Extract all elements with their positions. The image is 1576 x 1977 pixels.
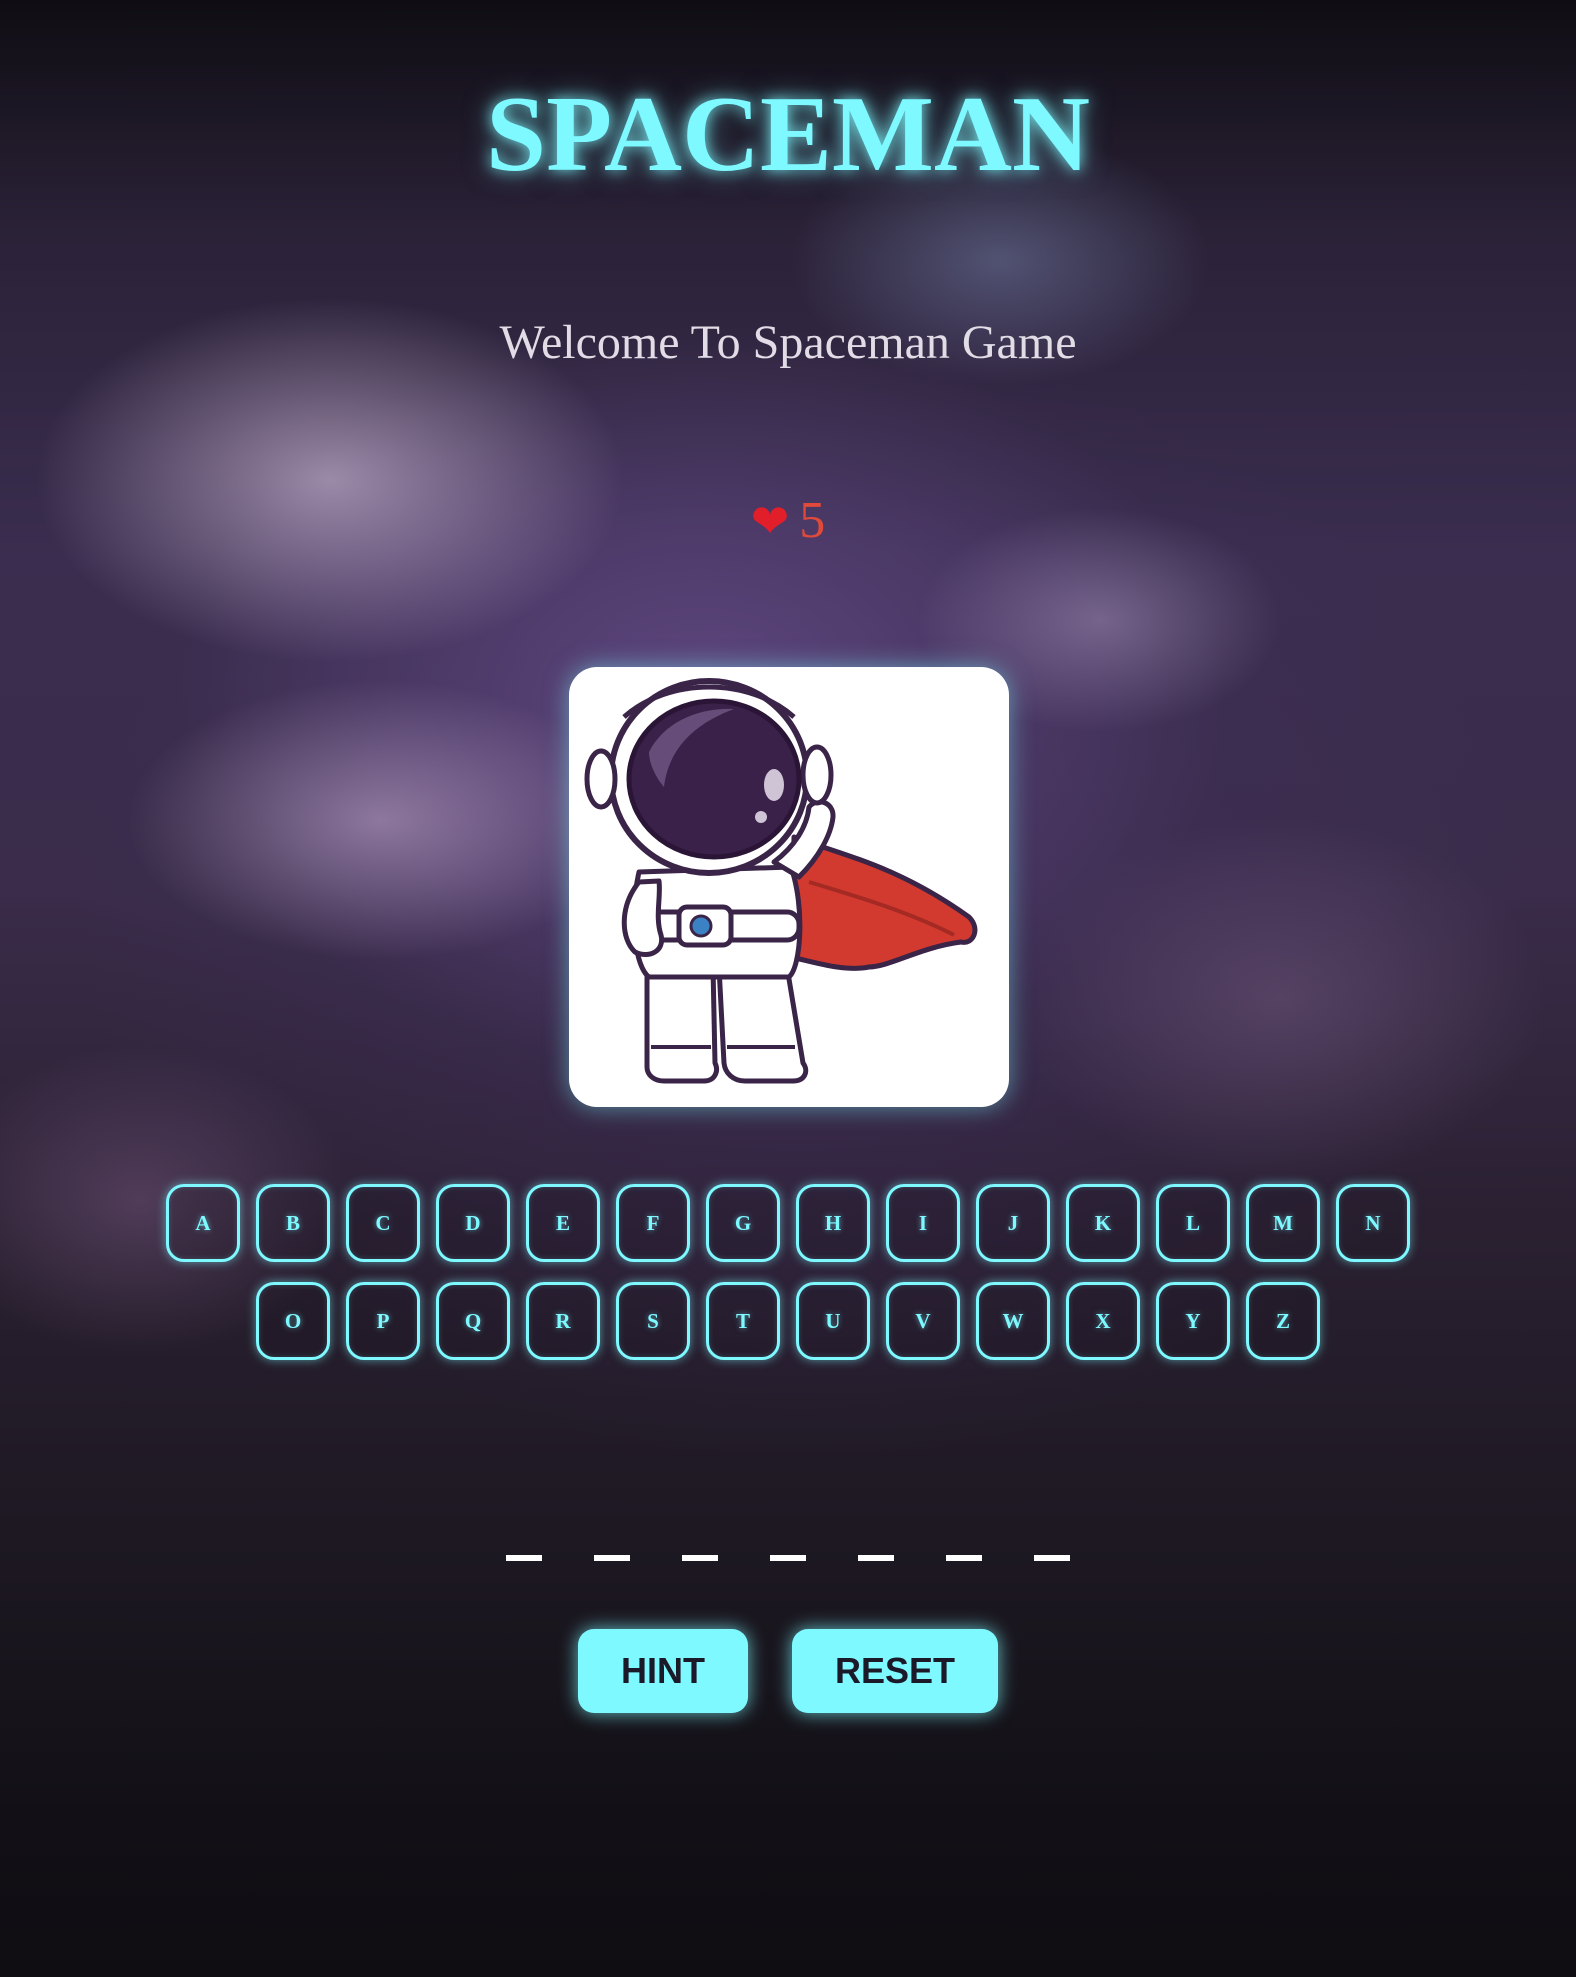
letter-blank xyxy=(594,1555,630,1561)
hint-button[interactable]: HINT xyxy=(578,1629,748,1713)
letter-blank xyxy=(1034,1555,1070,1561)
key-v[interactable]: V xyxy=(886,1282,960,1360)
key-y[interactable]: Y xyxy=(1156,1282,1230,1360)
key-l[interactable]: L xyxy=(1156,1184,1230,1262)
key-k[interactable]: K xyxy=(1066,1184,1140,1262)
letter-blank xyxy=(946,1555,982,1561)
game-screen: SPACEMAN Welcome To Spaceman Game ❤ 5 A … xyxy=(0,0,1576,1977)
astronaut-illustration xyxy=(584,678,978,1084)
key-d[interactable]: D xyxy=(436,1184,510,1262)
letter-blank xyxy=(770,1555,806,1561)
key-h[interactable]: H xyxy=(796,1184,870,1262)
key-g[interactable]: G xyxy=(706,1184,780,1262)
key-c[interactable]: C xyxy=(346,1184,420,1262)
key-f[interactable]: F xyxy=(616,1184,690,1262)
key-e[interactable]: E xyxy=(526,1184,600,1262)
letter-keyboard: A B C D E F G H I J K L M N O P Q R S T … xyxy=(0,1184,1576,1380)
welcome-message: Welcome To Spaceman Game xyxy=(499,316,1077,369)
key-i[interactable]: I xyxy=(886,1184,960,1262)
key-b[interactable]: B xyxy=(256,1184,330,1262)
hidden-word xyxy=(0,1555,1576,1561)
key-r[interactable]: R xyxy=(526,1282,600,1360)
key-z[interactable]: Z xyxy=(1246,1282,1320,1360)
key-t[interactable]: T xyxy=(706,1282,780,1360)
key-w[interactable]: W xyxy=(976,1282,1050,1360)
reset-button[interactable]: RESET xyxy=(792,1629,998,1713)
key-a[interactable]: A xyxy=(166,1184,240,1262)
key-o[interactable]: O xyxy=(256,1282,330,1360)
key-n[interactable]: N xyxy=(1336,1184,1410,1262)
lives-counter: ❤ 5 xyxy=(0,490,1576,552)
key-q[interactable]: Q xyxy=(436,1282,510,1360)
key-s[interactable]: S xyxy=(616,1282,690,1360)
key-p[interactable]: P xyxy=(346,1282,420,1360)
heart-icon: ❤ xyxy=(750,494,790,548)
key-u[interactable]: U xyxy=(796,1282,870,1360)
keyboard-row-1: A B C D E F G H I J K L M N xyxy=(0,1184,1576,1262)
key-x[interactable]: X xyxy=(1066,1282,1140,1360)
lives-count: 5 xyxy=(799,492,826,549)
game-actions: HINT RESET xyxy=(0,1629,1576,1713)
letter-blank xyxy=(506,1555,542,1561)
letter-blank xyxy=(858,1555,894,1561)
key-j[interactable]: J xyxy=(976,1184,1050,1262)
game-title: SPACEMAN xyxy=(486,75,1090,194)
keyboard-row-2: O P Q R S T U V W X Y Z xyxy=(0,1282,1576,1360)
letter-blank xyxy=(682,1555,718,1561)
key-m[interactable]: M xyxy=(1246,1184,1320,1262)
spaceman-image xyxy=(569,667,1009,1107)
